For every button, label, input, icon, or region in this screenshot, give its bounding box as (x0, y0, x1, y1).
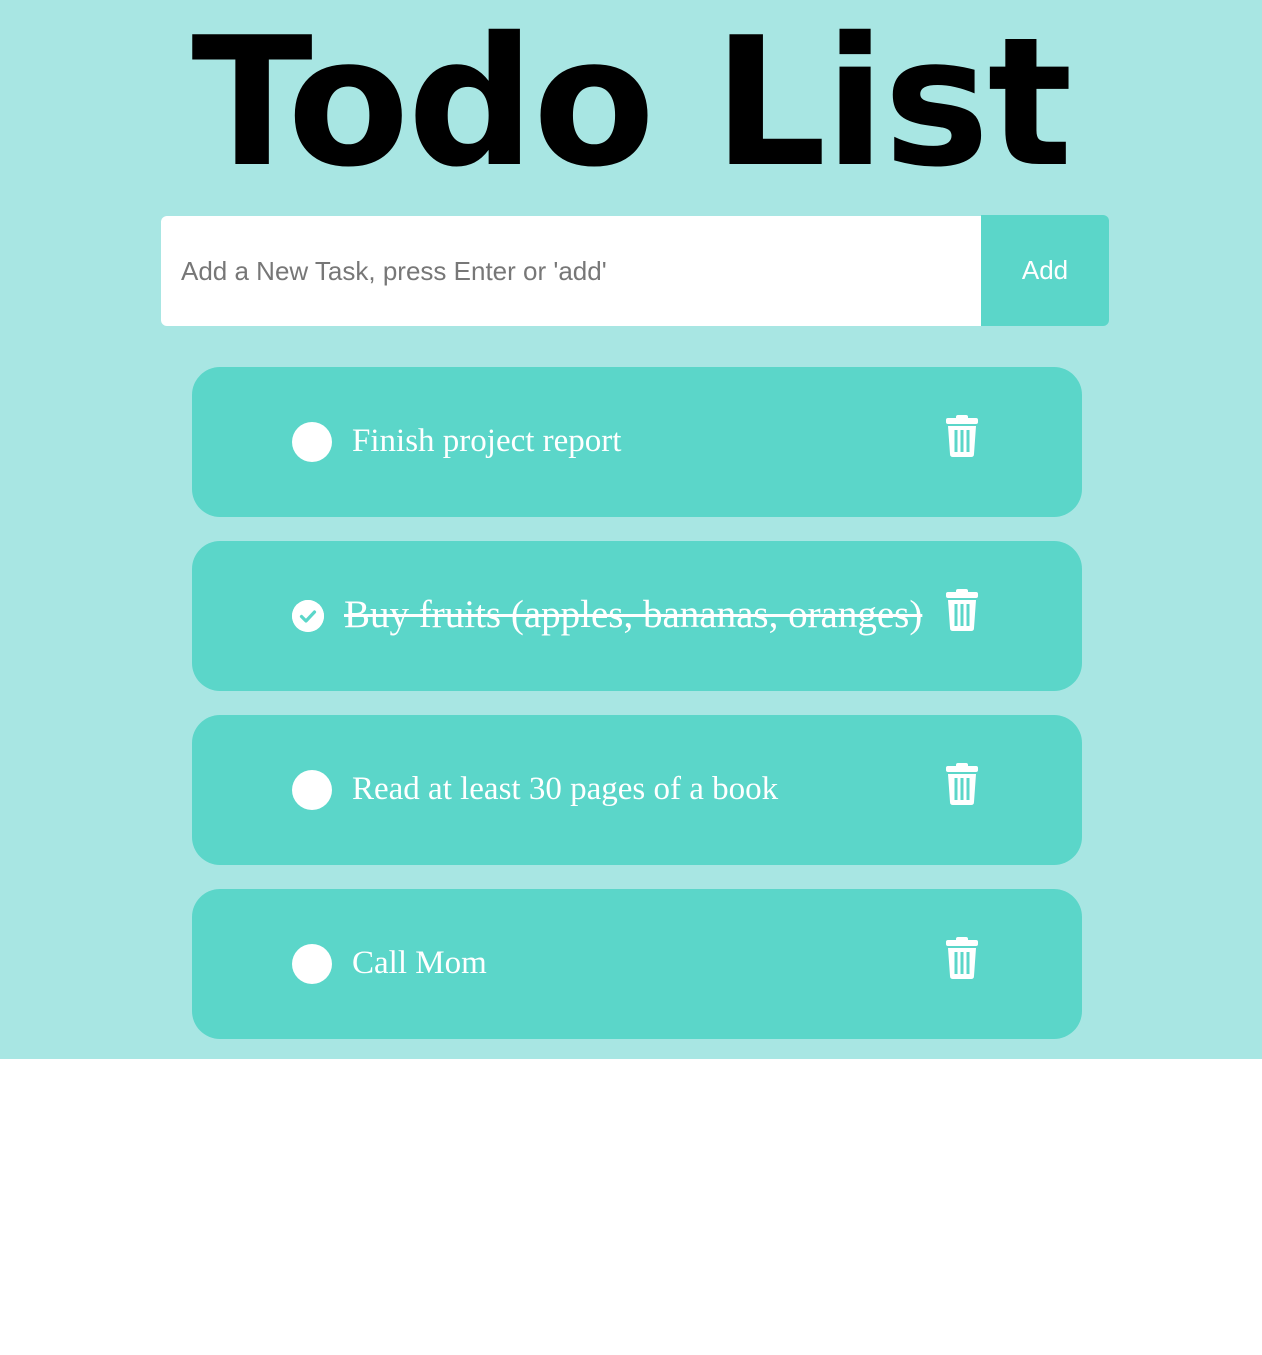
trash-icon[interactable] (944, 415, 980, 457)
task-text: Buy fruits (apples, bananas, oranges) (344, 593, 923, 636)
task-text: Finish project report (352, 423, 622, 459)
checkbox-circle-icon[interactable] (292, 770, 332, 810)
task-item: Read at least 30 pages of a book (192, 715, 1082, 865)
checkbox-circle-icon[interactable] (292, 944, 332, 984)
trash-icon[interactable] (944, 589, 980, 631)
checkbox-circle-icon[interactable] (292, 422, 332, 462)
task-item: Buy fruits (apples, bananas, oranges) (192, 541, 1082, 691)
task-item: Call Mom (192, 889, 1082, 1039)
check-circle-icon[interactable] (292, 600, 324, 632)
page-title: Todo List (191, 0, 1072, 206)
new-task-input[interactable] (161, 216, 981, 326)
task-item: Finish project report (192, 367, 1082, 517)
task-list: Finish project report Buy fruits (apples… (192, 367, 1082, 1063)
task-text: Read at least 30 pages of a book (352, 771, 779, 807)
task-text: Call Mom (352, 945, 487, 981)
trash-icon[interactable] (944, 763, 980, 805)
new-task-form: Add (161, 215, 1109, 326)
add-button[interactable]: Add (981, 215, 1109, 326)
todo-app: Todo List Add Finish project report (0, 0, 1262, 1059)
trash-icon[interactable] (944, 937, 980, 979)
